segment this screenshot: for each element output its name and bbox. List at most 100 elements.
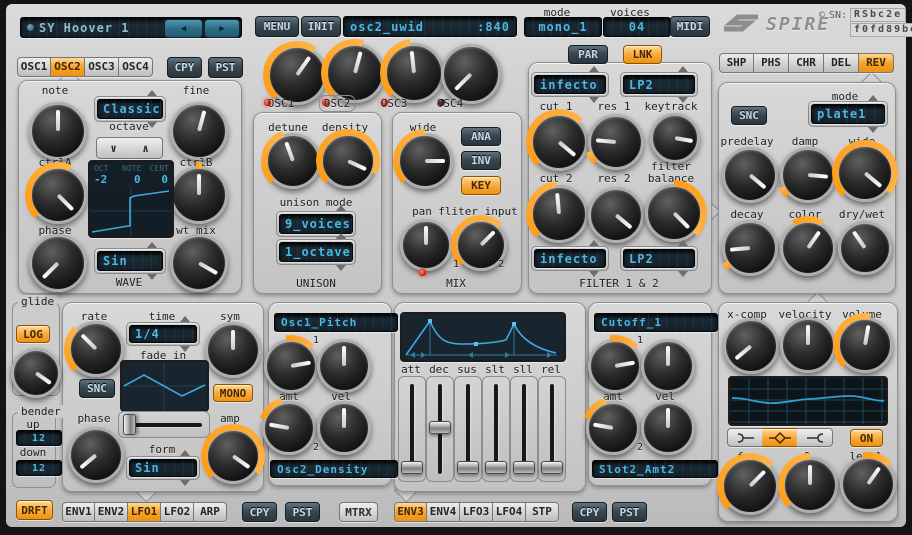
frq-knob[interactable]	[721, 457, 779, 515]
menu-button[interactable]: MENU	[255, 16, 299, 37]
color-knob[interactable]	[780, 220, 836, 276]
tab-delay[interactable]: DEL	[824, 53, 859, 73]
slot4-target-display[interactable]: Slot2_Amt2	[592, 460, 718, 478]
select-up-icon[interactable]	[868, 95, 878, 101]
osc-wave2-select[interactable]: Sin	[94, 248, 166, 274]
attack-slider-handle[interactable]	[401, 461, 423, 474]
preset-prev-button[interactable]: ◀	[164, 19, 203, 38]
tab-lfo2[interactable]: LFO2	[161, 502, 194, 522]
decay-slider-handle[interactable]	[429, 421, 451, 434]
osc-wave-select[interactable]: Classic	[94, 96, 166, 122]
matrix-button[interactable]: MTRX	[339, 502, 378, 522]
sustain-slider[interactable]	[454, 376, 482, 482]
glide-log-button[interactable]: LOG	[16, 325, 50, 343]
midi-button[interactable]: MIDI	[670, 16, 710, 37]
select-up-icon[interactable]	[147, 242, 157, 248]
detune-knob[interactable]	[265, 133, 321, 189]
reverb-mode-select[interactable]: plate1	[808, 101, 888, 127]
key-button[interactable]: KEY	[461, 176, 501, 195]
keytrack-knob[interactable]	[650, 113, 700, 163]
note-knob[interactable]	[29, 102, 87, 160]
fine-knob[interactable]	[170, 102, 228, 160]
filter-balance-knob[interactable]	[645, 184, 703, 242]
amp-knob[interactable]	[205, 428, 261, 484]
level-knob[interactable]	[840, 456, 896, 512]
tab-osc2[interactable]: OSC2	[51, 57, 85, 77]
select-up-icon[interactable]	[589, 240, 599, 246]
velocity-knob[interactable]	[780, 317, 836, 373]
filter2-type-select[interactable]: LP2	[620, 246, 698, 271]
select-down-icon[interactable]	[180, 480, 190, 486]
octave-up-button[interactable]: ∧	[129, 137, 163, 159]
voices-value-display[interactable]: 04	[603, 17, 671, 37]
sustain-slider-handle[interactable]	[457, 461, 479, 474]
bender-down-value[interactable]: 12	[16, 460, 62, 476]
select-up-icon[interactable]	[589, 66, 599, 72]
slope-level-slider-handle[interactable]	[513, 461, 535, 474]
slot2-amt-knob[interactable]	[262, 401, 316, 455]
slot3-target-display[interactable]: Cutoff_1	[594, 313, 718, 332]
preset-next-button[interactable]: ▶	[204, 19, 240, 38]
select-down-icon[interactable]	[336, 265, 346, 271]
inv-button[interactable]: INV	[461, 151, 501, 170]
slot4-amt-knob[interactable]	[586, 401, 640, 455]
slot3-amt-knob[interactable]	[588, 339, 642, 393]
slot1-target-display[interactable]: Osc1_Pitch	[274, 313, 398, 332]
filter1-model-select[interactable]: infecto	[531, 72, 609, 97]
select-up-icon[interactable]	[147, 90, 157, 96]
bender-up-value[interactable]: 12	[16, 430, 62, 446]
eq-highshelf-button[interactable]	[797, 428, 833, 447]
reverb-sync-button[interactable]: SNC	[731, 106, 767, 125]
tab-reverb[interactable]: REV	[859, 53, 894, 73]
cut1-knob[interactable]	[530, 113, 588, 171]
slot3-vel-knob[interactable]	[641, 339, 695, 393]
filter2-model-select[interactable]: infecto	[531, 246, 609, 271]
xcomp-knob[interactable]	[723, 318, 779, 374]
mod-copy-button[interactable]: CPY	[242, 502, 277, 522]
tab-env3[interactable]: ENV3	[394, 502, 427, 522]
fadein-slider[interactable]	[118, 411, 210, 438]
tab-lfo1[interactable]: LFO1	[128, 502, 161, 522]
ana-button[interactable]: ANA	[461, 127, 501, 146]
tab-env1[interactable]: ENV1	[62, 502, 95, 522]
slope-time-slider-handle[interactable]	[485, 461, 507, 474]
osc2-level-knob[interactable]	[325, 43, 385, 103]
slot1-vel-knob[interactable]	[317, 339, 371, 393]
decay-knob[interactable]	[722, 220, 778, 276]
env-paste-button[interactable]: PST	[612, 502, 647, 522]
sym-knob[interactable]	[205, 322, 261, 378]
eq-peak-button[interactable]	[762, 428, 798, 447]
slot4-vel-knob[interactable]	[641, 401, 695, 455]
drywet-knob[interactable]	[838, 221, 892, 275]
tab-arp[interactable]: ARP	[194, 502, 227, 522]
select-up-icon[interactable]	[180, 316, 190, 322]
tab-lfo3[interactable]: LFO3	[460, 502, 493, 522]
cut2-knob[interactable]	[530, 185, 588, 243]
fadein-slider-track[interactable]	[126, 423, 202, 427]
release-slider-handle[interactable]	[541, 461, 563, 474]
q-knob[interactable]	[782, 457, 838, 513]
osc-phase-knob[interactable]	[29, 234, 87, 292]
volume-knob[interactable]	[837, 317, 893, 373]
decay-slider[interactable]	[426, 376, 454, 482]
select-up-icon[interactable]	[678, 240, 688, 246]
eq-lowshelf-button[interactable]	[727, 428, 764, 447]
slot2-vel-knob[interactable]	[317, 401, 371, 455]
rate-knob[interactable]	[68, 321, 124, 377]
tab-osc4[interactable]: OSC4	[119, 57, 153, 77]
predelay-knob[interactable]	[722, 147, 778, 203]
select-down-icon[interactable]	[678, 271, 688, 277]
select-down-icon[interactable]	[868, 127, 878, 133]
slot2-target-display[interactable]: Osc2_Density	[270, 460, 398, 478]
wide-knob[interactable]	[397, 133, 453, 189]
tab-phaser[interactable]: PHS	[754, 53, 789, 73]
select-up-icon[interactable]	[180, 450, 190, 456]
lfo-sync-button[interactable]: SNC	[79, 379, 115, 398]
tab-shaper[interactable]: SHP	[719, 53, 754, 73]
fadein-slider-handle[interactable]	[123, 414, 136, 435]
tab-env2[interactable]: ENV2	[95, 502, 128, 522]
mode-value-display[interactable]: mono_1	[524, 17, 602, 37]
unison-octave-select[interactable]: 1_octave	[276, 239, 356, 265]
mod-paste-button[interactable]: PST	[285, 502, 320, 522]
release-slider[interactable]	[538, 376, 566, 482]
